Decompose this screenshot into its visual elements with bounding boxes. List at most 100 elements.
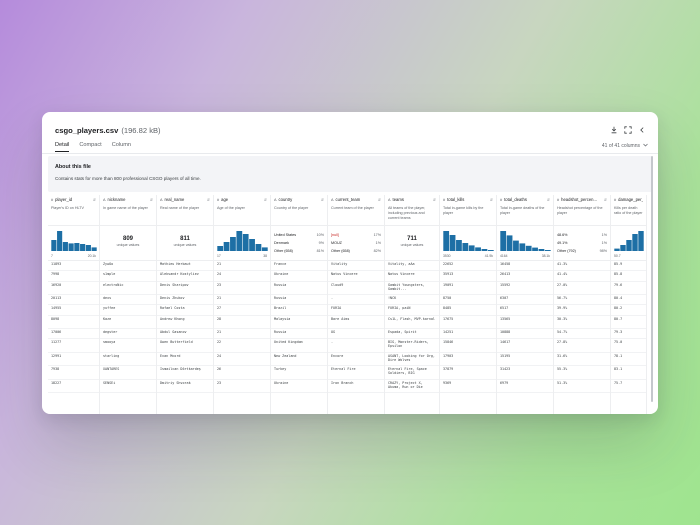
expand-icon[interactable] [624,126,632,134]
table-cell[interactable]: yuffee [100,305,156,316]
sort-icon[interactable]: ⇵ [490,198,493,202]
table-cell[interactable]: Russia [271,282,327,296]
table-cell[interactable]: electroNic [100,282,156,296]
histogram-bar[interactable] [74,243,80,251]
table-cell[interactable]: 18227 [48,380,99,394]
table-cell[interactable]: 41.4% [554,271,610,282]
table-cell[interactable]: 27.8% [554,339,610,353]
histogram-bar[interactable] [500,231,507,251]
histogram-bar[interactable] [236,231,243,251]
table-cell[interactable]: 10888 [497,329,553,340]
table-cell[interactable]: 31.6% [554,353,610,367]
table-cell[interactable]: 9369 [440,380,496,394]
table-cell[interactable]: starling [100,353,156,367]
sort-icon[interactable]: ⇵ [378,198,381,202]
sort-icon[interactable]: ⇵ [433,198,436,202]
histogram-bar[interactable] [249,239,255,251]
table-cell[interactable]: 6307 [497,295,553,306]
column-count-dropdown[interactable]: 41 of 41 columns [602,143,648,149]
table-cell[interactable]: OG [328,329,384,340]
table-cell[interactable]: Encore [328,353,384,367]
sort-icon[interactable]: ⇵ [93,198,96,202]
table-cell[interactable]: 80.7 [611,316,646,330]
sort-icon[interactable]: ⇵ [264,198,267,202]
histogram-bar[interactable] [51,240,57,251]
table-cell[interactable]: 22 [214,339,270,353]
table-cell[interactable]: 54.7% [554,329,610,340]
sort-icon[interactable]: ⇵ [207,198,210,202]
table-cell[interactable]: 15195 [497,353,553,367]
histogram-bar[interactable] [261,247,268,251]
table-cell[interactable]: New Zealand [271,353,327,367]
column-header[interactable]: #damage_per_roun...⇵ Kills per death rati… [611,195,646,226]
table-cell[interactable]: 6517 [497,305,553,316]
table-cell[interactable]: 17675 [440,316,496,330]
histogram-bar[interactable] [68,243,74,251]
table-cell[interactable]: 37879 [440,366,496,380]
histogram-bar[interactable] [614,248,620,251]
histogram-bar[interactable] [443,231,450,251]
table-cell[interactable]: Dmitriy Shvorak [157,380,213,394]
table-cell[interactable]: Eternal Fire, Space Soldiers, BIG [385,366,439,380]
histogram-bar[interactable] [620,245,626,251]
table-cell[interactable]: 7938 [48,366,99,380]
table-cell[interactable]: Ismailcan Dörtkardeş [157,366,213,380]
column-header[interactable]: # headshot_percen... ⇵ Headshot percentage … [554,195,610,226]
table-cell[interactable]: 20113 [48,295,99,306]
table-cell[interactable]: Turkey [271,366,327,380]
column-header[interactable]: Anickname ⇵ In game name of the player [100,195,156,226]
table-cell[interactable]: 24 [214,271,270,282]
table-cell[interactable]: 80.4 [611,295,646,306]
histogram-bar[interactable] [544,250,551,251]
download-icon[interactable] [610,126,618,134]
table-cell[interactable]: - [328,339,384,353]
table-cell[interactable]: 8485 [440,305,496,316]
table-cell[interactable]: 22652 [440,261,496,272]
table-cell[interactable]: Malaysia [271,316,327,330]
table-cell[interactable]: dexs [100,295,156,306]
table-cell[interactable]: Eternal Fire [328,366,384,380]
table-cell[interactable]: 15846 [440,339,496,353]
table-cell[interactable]: 39.9% [554,305,610,316]
table-cell[interactable]: ASANT, Looking for Org, Dire Wolves [385,353,439,367]
table-cell[interactable]: 27 [214,305,270,316]
table-cell[interactable]: Russia [271,329,327,340]
histogram-bar[interactable] [255,244,262,251]
sort-icon[interactable]: ⇵ [547,198,550,202]
tab-column[interactable]: Column [112,142,131,152]
histogram-bar[interactable] [626,240,632,251]
table-cell[interactable]: 83.1 [611,366,646,380]
table-cell[interactable]: ZywOo [100,261,156,272]
histogram-bar[interactable] [481,249,488,251]
table-cell[interactable]: 56.7% [554,295,610,306]
sort-icon[interactable]: ⇵ [150,198,153,202]
table-cell[interactable]: FURIA [328,305,384,316]
table-cell[interactable]: 28 [214,316,270,330]
table-cell[interactable]: 12991 [48,353,99,367]
table-cell[interactable]: 17006 [48,329,99,340]
table-cell[interactable]: Espada, Spirit [385,329,439,340]
table-cell[interactable]: 14955 [48,305,99,316]
table-cell[interactable]: - [328,295,384,306]
histogram-bar[interactable] [468,245,475,251]
histogram-bar[interactable] [449,235,456,251]
histogram-bar[interactable] [230,237,236,251]
table-cell[interactable]: 8098 [48,316,99,330]
table-cell[interactable]: 80.2 [611,305,646,316]
table-cell[interactable]: United Kingdom [271,339,327,353]
table-cell[interactable]: 19091 [440,282,496,296]
table-cell[interactable]: 30.3% [554,316,610,330]
table-cell[interactable]: 55.3% [554,366,610,380]
histogram-bar[interactable] [506,235,513,251]
table-cell[interactable]: degster [100,329,156,340]
table-cell[interactable]: CRAZY, Project X, Akuma, Run or Die [385,380,439,394]
tab-detail[interactable]: Detail [55,142,70,152]
sort-icon[interactable]: ⇵ [321,198,324,202]
histogram-bar[interactable] [487,250,494,251]
table-cell[interactable]: 79.6 [611,282,646,296]
histogram-bar[interactable] [638,231,644,251]
table-cell[interactable]: 26 [214,366,270,380]
table-cell[interactable]: Denis Sharipov [157,282,213,296]
table-cell[interactable]: smooya [100,339,156,353]
histogram-bar[interactable] [532,247,538,251]
